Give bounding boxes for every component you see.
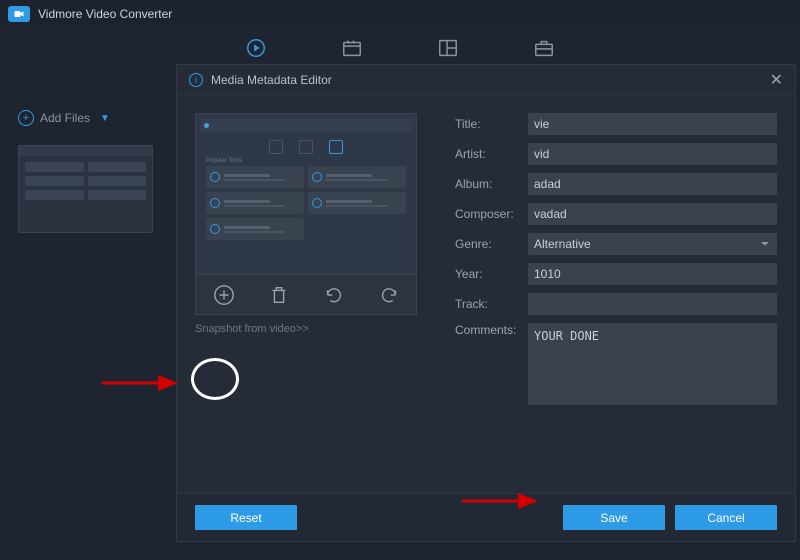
close-icon[interactable]: ✕ [770, 70, 783, 90]
title-label: Title: [455, 117, 520, 131]
title-field[interactable] [528, 113, 777, 135]
artist-label: Artist: [455, 147, 520, 161]
year-label: Year: [455, 267, 520, 281]
titlebar: Vidmore Video Converter [0, 0, 800, 28]
chevron-down-icon: ▼ [100, 113, 110, 124]
artist-field[interactable] [528, 143, 777, 165]
annotation-arrow-1 [100, 372, 178, 397]
comments-field[interactable]: YOUR DONE [528, 323, 777, 405]
info-icon: i [189, 73, 203, 87]
delete-cover-button[interactable] [266, 282, 292, 308]
composer-label: Composer: [455, 207, 520, 221]
track-field[interactable] [528, 293, 777, 315]
snapshot-link[interactable]: Snapshot from video>> [195, 323, 425, 335]
app-title: Vidmore Video Converter [38, 7, 172, 21]
plus-circle-icon: + [18, 110, 34, 126]
add-cover-button[interactable] [211, 282, 237, 308]
cover-preview: Popular Tools [195, 113, 417, 275]
composer-field[interactable] [528, 203, 777, 225]
save-button[interactable]: Save [563, 505, 665, 530]
redo-button[interactable] [376, 282, 402, 308]
dialog-title: Media Metadata Editor [211, 73, 332, 87]
album-field[interactable] [528, 173, 777, 195]
preview-column: Popular Tools [195, 113, 425, 493]
year-field[interactable] [528, 263, 777, 285]
add-files-label: Add Files [40, 111, 90, 125]
genre-select[interactable]: Alternative [528, 233, 777, 255]
nav-collage-icon[interactable] [436, 36, 460, 60]
album-label: Album: [455, 177, 520, 191]
add-files-button[interactable]: + Add Files ▼ [18, 110, 110, 126]
undo-button[interactable] [321, 282, 347, 308]
metadata-editor-dialog: i Media Metadata Editor ✕ Popular Tools [176, 64, 796, 542]
video-thumbnail[interactable] [18, 145, 153, 233]
cover-toolbar [195, 275, 417, 315]
dialog-footer: Reset Save Cancel [177, 493, 795, 541]
cancel-button[interactable]: Cancel [675, 505, 777, 530]
reset-button[interactable]: Reset [195, 505, 297, 530]
metadata-form: Title: Artist: Album: Composer: Genre: A… [455, 113, 777, 493]
app-logo [8, 6, 30, 22]
track-label: Track: [455, 297, 520, 311]
nav-toolbox-icon[interactable] [532, 36, 556, 60]
nav-mv-icon[interactable] [340, 36, 364, 60]
comments-label: Comments: [455, 323, 520, 337]
genre-label: Genre: [455, 237, 520, 251]
nav-convert-icon[interactable] [244, 36, 268, 60]
dialog-header: i Media Metadata Editor ✕ [177, 65, 795, 95]
top-nav [0, 28, 800, 68]
